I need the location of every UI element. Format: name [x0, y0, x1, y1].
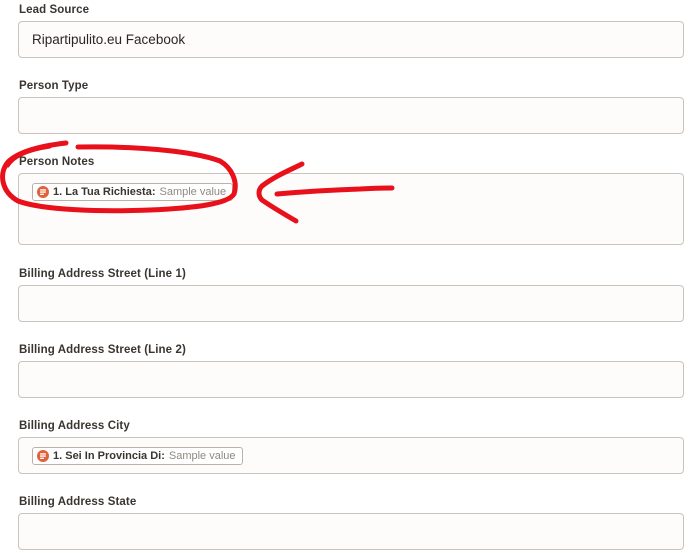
billing-city-field[interactable]: 1. Sei In Provincia Di: Sample value	[18, 437, 684, 474]
billing-state-field[interactable]	[18, 513, 684, 550]
person-notes-mapped-pill[interactable]: 1. La Tua Richiesta: Sample value	[32, 183, 234, 201]
lead-source-value: Ripartipulito.eu Facebook	[32, 32, 186, 47]
billing-city-mapped-pill[interactable]: 1. Sei In Provincia Di: Sample value	[32, 447, 243, 465]
person-type-field[interactable]	[18, 97, 684, 134]
billing-street-2-label: Billing Address Street (Line 2)	[19, 344, 186, 356]
billing-city-pill-key: 1. Sei In Provincia Di:	[53, 450, 165, 462]
billing-street-2-field[interactable]	[18, 361, 684, 398]
form-app-icon	[37, 186, 49, 198]
billing-state-label: Billing Address State	[19, 496, 137, 508]
billing-city-pill-value: Sample value	[168, 450, 236, 462]
person-notes-label: Person Notes	[19, 156, 95, 168]
field-mapping-form: Lead Source Ripartipulito.eu Facebook Pe…	[0, 0, 698, 553]
billing-street-1-field[interactable]	[18, 285, 684, 322]
lead-source-label: Lead Source	[19, 4, 90, 16]
person-notes-pill-value: Sample value	[159, 186, 227, 198]
form-app-icon	[37, 450, 49, 462]
person-type-label: Person Type	[19, 80, 89, 92]
lead-source-field[interactable]: Ripartipulito.eu Facebook	[18, 21, 684, 58]
billing-street-1-label: Billing Address Street (Line 1)	[19, 268, 186, 280]
person-notes-pill-key: 1. La Tua Richiesta:	[53, 186, 156, 198]
person-notes-field[interactable]: 1. La Tua Richiesta: Sample value	[18, 173, 684, 245]
billing-city-label: Billing Address City	[19, 420, 130, 432]
